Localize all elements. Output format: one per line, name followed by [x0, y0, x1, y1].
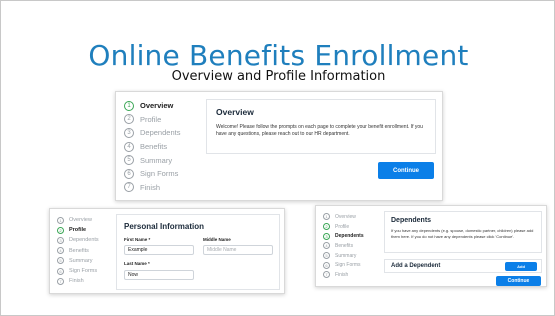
step-dependents[interactable]: 3 Dependents [124, 126, 180, 140]
dependents-continue-button[interactable]: Continue [496, 276, 541, 286]
step-summary[interactable]: 5 Summary [323, 251, 364, 261]
step-circle-icon: 5 [124, 155, 134, 166]
step-circle-icon: 4 [57, 247, 64, 255]
step-sign-forms[interactable]: 6 Sign Forms [57, 266, 99, 276]
step-benefits[interactable]: 4 Benefits [323, 241, 364, 251]
step-circle-icon: 2 [323, 223, 330, 231]
overview-card-text: Welcome! Please follow the prompts on ea… [216, 124, 423, 138]
overview-card: Overview Welcome! Please follow the prom… [206, 99, 436, 154]
step-sign-forms[interactable]: 6 Sign Forms [124, 167, 180, 181]
step-overview[interactable]: 1 Overview [323, 212, 364, 222]
step-circle-icon: 7 [57, 277, 64, 285]
step-circle-icon: 6 [57, 267, 64, 275]
overview-continue-button[interactable]: Continue [378, 162, 434, 179]
middle-name-label: Middle Name [203, 237, 231, 242]
step-finish[interactable]: 7 Finish [323, 270, 364, 280]
step-profile[interactable]: 2 Profile [57, 225, 99, 235]
step-dependents[interactable]: 3 Dependents [323, 231, 364, 241]
personal-info-title: Personal Information [124, 222, 205, 231]
step-circle-icon: 5 [57, 257, 64, 265]
step-dependents[interactable]: 3 Dependents [57, 235, 99, 245]
add-dependent-button[interactable]: Add [505, 262, 537, 271]
add-dependent-label: Add a Dependent [391, 263, 441, 269]
step-circle-icon: 6 [323, 261, 330, 269]
dependents-card-text: If you have any dependents (e.g. spouse,… [391, 228, 534, 239]
step-overview[interactable]: 1 Overview [124, 99, 180, 113]
dependents-screenshot: 1 Overview 2 Profile 3 Dependents 4 Benefits… [315, 205, 547, 287]
first-name-label: First Name * [124, 237, 151, 242]
slide-subtitle: Overview and Profile Information [171, 69, 386, 84]
overview-screenshot: 1 Overview 2 Profile 3 Dependents 4 Benefits… [115, 91, 443, 201]
profile-steps: 1 Overview 2 Profile 3 Dependents 4 Benefits… [57, 215, 99, 286]
step-finish[interactable]: 7 Finish [57, 276, 99, 286]
step-finish[interactable]: 7 Finish [124, 181, 180, 195]
step-circle-icon: 3 [57, 236, 64, 244]
first-name-field[interactable]: Example [124, 245, 194, 255]
dependents-steps: 1 Overview 2 Profile 3 Dependents 4 Benefits… [323, 212, 364, 280]
overview-card-title: Overview [216, 107, 254, 117]
step-sign-forms[interactable]: 6 Sign Forms [323, 260, 364, 270]
add-dependent-card: Add a Dependent Add [384, 259, 542, 273]
step-circle-icon: 1 [124, 100, 134, 111]
step-benefits[interactable]: 4 Benefits [57, 246, 99, 256]
step-summary[interactable]: 5 Summary [57, 256, 99, 266]
step-circle-icon: 2 [124, 114, 134, 125]
step-circle-icon: 1 [57, 216, 64, 224]
step-circle-icon: 3 [124, 127, 134, 138]
step-profile[interactable]: 2 Profile [323, 222, 364, 232]
step-circle-icon: 5 [323, 252, 330, 260]
step-benefits[interactable]: 4 Benefits [124, 140, 180, 154]
overview-steps: 1 Overview 2 Profile 3 Dependents 4 Benefits… [124, 99, 180, 194]
last-name-field[interactable]: Now [124, 270, 194, 280]
step-circle-icon: 6 [124, 168, 134, 179]
dependents-card-title: Dependents [391, 217, 432, 224]
step-circle-icon: 1 [323, 213, 330, 221]
step-overview[interactable]: 1 Overview [57, 215, 99, 225]
profile-screenshot: 1 Overview 2 Profile 3 Dependents 4 Benefits… [49, 208, 285, 294]
slide-title: Online Benefits Enrollment [88, 39, 469, 72]
step-circle-icon: 4 [323, 242, 330, 250]
last-name-label: Last Name * [124, 261, 150, 266]
step-circle-icon: 7 [124, 182, 134, 193]
middle-name-field[interactable]: Middle Name [203, 245, 273, 255]
dependents-card: Dependents If you have any dependents (e… [384, 211, 542, 253]
step-circle-icon: 4 [124, 141, 134, 152]
step-circle-icon: 2 [57, 226, 64, 234]
step-circle-icon: 7 [323, 271, 330, 279]
step-summary[interactable]: 5 Summary [124, 153, 180, 167]
step-circle-icon: 3 [323, 232, 330, 240]
step-profile[interactable]: 2 Profile [124, 113, 180, 127]
profile-card: Personal Information First Name * Exampl… [116, 214, 280, 290]
slide: Online Benefits Enrollment Overview and … [0, 0, 555, 316]
